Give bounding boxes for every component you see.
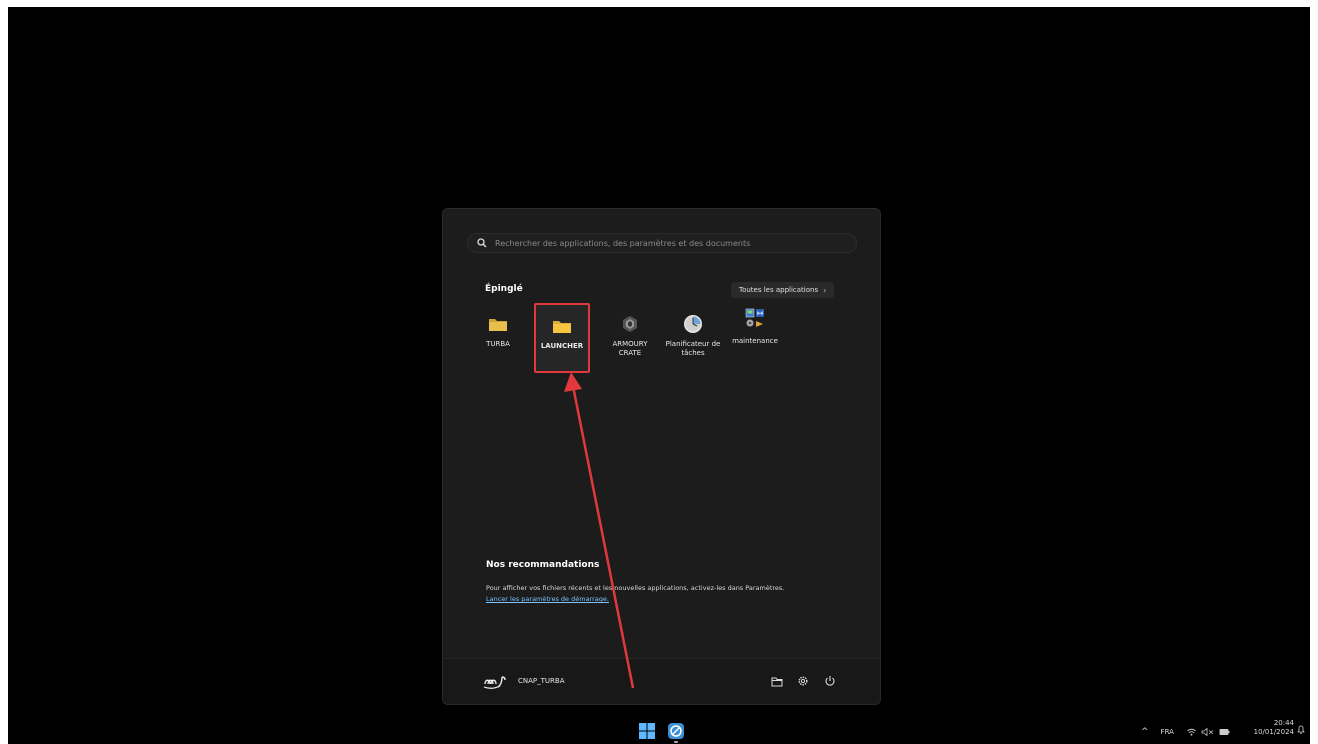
notification-bell-icon[interactable] [1296, 725, 1306, 735]
system-tray: ^ FRA [1141, 722, 1230, 742]
search-icon [477, 238, 487, 248]
gear-icon [798, 676, 808, 686]
maintenance-icon [745, 308, 764, 327]
pinned-app-task-scheduler[interactable]: Planificateur de tâches [665, 303, 721, 373]
all-apps-label: Toutes les applications [739, 286, 819, 294]
windows-start-icon[interactable] [638, 722, 656, 740]
pinned-app-armoury-crate[interactable]: ARMOURY CRATE [602, 303, 658, 373]
clock-icon [684, 315, 702, 333]
language-indicator[interactable]: FRA [1161, 728, 1174, 736]
start-menu: Rechercher des applications, des paramèt… [442, 208, 881, 705]
app-label: LAUNCHER [540, 342, 584, 350]
file-explorer-button[interactable] [769, 673, 785, 689]
app-label: Planificateur de tâches [665, 340, 721, 357]
pinned-app-maintenance[interactable]: maintenance [727, 303, 783, 373]
user-name[interactable]: CNAP_TURBA [518, 677, 565, 685]
pinned-app-turba[interactable]: TURBA [470, 303, 526, 373]
chevron-right-icon: › [823, 285, 827, 295]
all-apps-button[interactable]: Toutes les applications › [731, 282, 835, 298]
folder-icon [489, 319, 507, 331]
clock-date: 10/01/2024 [1253, 728, 1294, 736]
app-label: TURBA [486, 340, 510, 348]
power-icon [825, 676, 835, 686]
app-label: ARMOURY CRATE [612, 340, 648, 357]
recommendations-text: Pour afficher vos fichiers récents et le… [486, 584, 785, 592]
launch-settings-link[interactable]: Lancer les paramètres de démarrage. [486, 595, 609, 603]
settings-button[interactable] [795, 673, 811, 689]
folder-icon [553, 321, 571, 333]
power-button[interactable] [822, 673, 838, 689]
folder-outline-icon [771, 677, 783, 686]
show-hidden-icons-button[interactable]: ^ [1141, 727, 1149, 737]
user-avatar[interactable] [483, 672, 507, 690]
pinned-app-launcher[interactable]: LAUNCHER [534, 303, 590, 373]
app-taskbar-icon[interactable] [667, 722, 685, 740]
running-indicator [674, 741, 678, 743]
search-input[interactable]: Rechercher des applications, des paramèt… [467, 233, 857, 253]
start-menu-footer: CNAP_TURBA [443, 658, 880, 704]
app-label: maintenance [732, 337, 778, 345]
pinned-section-title: Épinglé [485, 284, 523, 294]
clock-time: 20:44 [1273, 719, 1294, 727]
clock[interactable]: 20:44 10/01/2024 [1244, 719, 1294, 737]
wifi-icon[interactable] [1187, 728, 1196, 736]
battery-icon[interactable] [1219, 728, 1230, 736]
armoury-crate-icon [623, 316, 637, 332]
volume-muted-icon[interactable] [1201, 728, 1214, 736]
recommendations-title: Nos recommandations [486, 560, 600, 570]
search-placeholder: Rechercher des applications, des paramèt… [495, 238, 751, 248]
